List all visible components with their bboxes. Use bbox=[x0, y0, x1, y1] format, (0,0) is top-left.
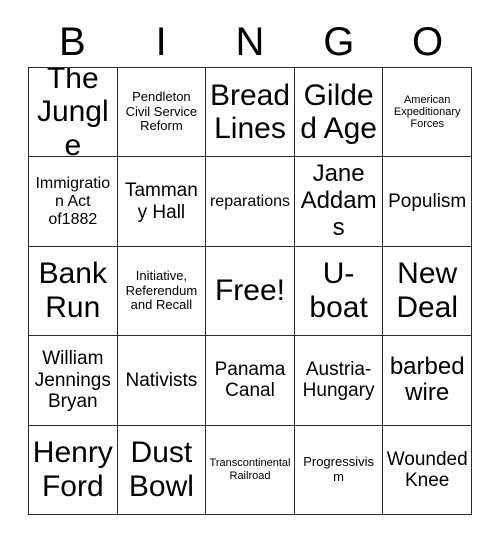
bingo-cell-label: reparations bbox=[209, 192, 291, 210]
bingo-cell-label: Pendleton Civil Service Reform bbox=[125, 89, 198, 134]
bingo-cell-label: U-boat bbox=[309, 257, 368, 324]
header-letter-b: B bbox=[59, 20, 86, 64]
bingo-grid: The Jungle Pendleton Civil Service Reform… bbox=[28, 67, 472, 515]
bingo-cell-label: American Expeditionary Forces bbox=[393, 93, 461, 131]
header-letter-o: O bbox=[412, 20, 444, 64]
bingo-cell-r4c2[interactable]: Nativists bbox=[117, 336, 207, 426]
bingo-cell-r3c1[interactable]: Bank Run bbox=[29, 246, 118, 337]
bingo-cell-r1c5[interactable]: American Expeditionary Forces bbox=[383, 68, 472, 158]
bingo-cell-label: Tammany Hall bbox=[124, 180, 198, 223]
bingo-cell-label: barbed wire bbox=[389, 352, 465, 407]
bingo-header: B I N G O bbox=[28, 18, 472, 66]
bingo-cell-r4c1[interactable]: William Jennings Bryan bbox=[29, 336, 118, 426]
bingo-cell-label: Henry Ford bbox=[32, 436, 113, 503]
bingo-cell-label: Jane Addams bbox=[300, 160, 377, 242]
bingo-cell-r1c2[interactable]: Pendleton Civil Service Reform bbox=[117, 68, 207, 158]
bingo-cell-label: Transcontinental Railroad bbox=[209, 457, 291, 482]
bingo-cell-label: Progressivism bbox=[303, 454, 374, 484]
bingo-cell-r1c3[interactable]: Bread Lines bbox=[206, 68, 295, 158]
bingo-cell-r5c2[interactable]: Dust Bowl bbox=[117, 425, 207, 515]
bingo-cell-label: Panama Canal bbox=[214, 359, 286, 402]
bingo-cell-label: William Jennings Bryan bbox=[34, 348, 111, 413]
bingo-cell-r1c4[interactable]: Gilded Age bbox=[294, 68, 384, 158]
bingo-cell-r5c5[interactable]: Wounded Knee bbox=[383, 425, 472, 515]
bingo-cell-label: Free! bbox=[214, 274, 285, 308]
bingo-cell-r5c3[interactable]: Transcontinental Railroad bbox=[206, 425, 295, 515]
bingo-cell-r2c4[interactable]: Jane Addams bbox=[294, 157, 384, 247]
bingo-cell-r4c3[interactable]: Panama Canal bbox=[206, 336, 295, 426]
bingo-cell-r3c2[interactable]: Initiative, Referendum and Recall bbox=[117, 246, 207, 337]
bingo-cell-r3c3[interactable]: Free! bbox=[206, 246, 295, 337]
bingo-cell-r2c2[interactable]: Tammany Hall bbox=[117, 157, 207, 247]
bingo-cell-label: Initiative, Referendum and Recall bbox=[125, 268, 198, 313]
bingo-cell-r5c1[interactable]: Henry Ford bbox=[29, 425, 118, 515]
bingo-cell-label: Nativists bbox=[125, 369, 198, 391]
bingo-cell-label: New Deal bbox=[396, 257, 459, 324]
bingo-cell-label: Populism bbox=[388, 190, 467, 212]
bingo-cell-r2c5[interactable]: Populism bbox=[383, 157, 472, 247]
bingo-cell-r4c4[interactable]: Austria-Hungary bbox=[294, 336, 384, 426]
bingo-cell-label: Bank Run bbox=[38, 257, 107, 324]
bingo-cell-r3c5[interactable]: New Deal bbox=[383, 246, 472, 337]
bingo-cell-r2c3[interactable]: reparations bbox=[206, 157, 295, 247]
header-letter-n: N bbox=[235, 20, 265, 64]
bingo-cell-r5c4[interactable]: Progressivism bbox=[294, 425, 384, 515]
header-letter-i: I bbox=[155, 20, 167, 64]
header-letter-g: G bbox=[323, 20, 355, 64]
bingo-cell-label: Bread Lines bbox=[209, 78, 291, 146]
bingo-card: B I N G O The Jungle Pendleton Civil Serv… bbox=[0, 0, 500, 544]
bingo-cell-label: Immigration Act of1882 bbox=[35, 174, 111, 228]
bingo-cell-label: Dust Bowl bbox=[128, 436, 194, 503]
bingo-cell-label: Wounded Knee bbox=[386, 448, 468, 491]
bingo-cell-label: The Jungle bbox=[36, 68, 109, 158]
bingo-cell-label: Gilded Age bbox=[300, 78, 377, 146]
bingo-cell-r1c1[interactable]: The Jungle bbox=[29, 68, 118, 158]
bingo-cell-r2c1[interactable]: Immigration Act of1882 bbox=[29, 157, 118, 247]
bingo-cell-r3c4[interactable]: U-boat bbox=[294, 246, 384, 337]
bingo-cell-label: Austria-Hungary bbox=[302, 359, 375, 402]
bingo-cell-r4c5[interactable]: barbed wire bbox=[383, 336, 472, 426]
